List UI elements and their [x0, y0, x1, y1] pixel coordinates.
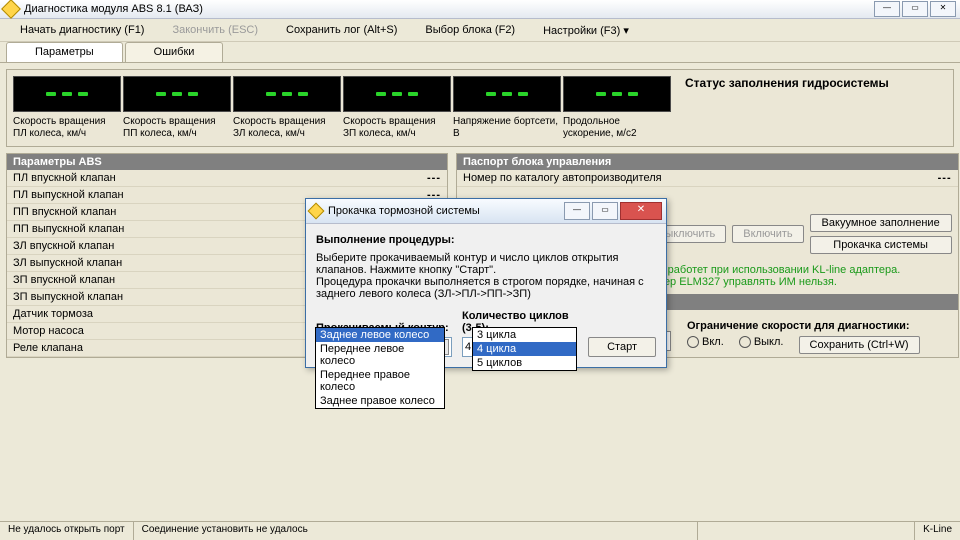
- status-protocol: K-Line: [915, 522, 960, 540]
- tabs: Параметры Ошибки: [0, 42, 960, 63]
- dropdown-option[interactable]: Переднее правое колесо: [316, 368, 444, 394]
- dialog-minimize-button[interactable]: —: [564, 202, 590, 220]
- menu-save-log[interactable]: Сохранить лог (Alt+S): [272, 21, 411, 39]
- dialog-icon: [308, 203, 325, 220]
- dialog-text2: Процедура прокачки выполняется в строгом…: [316, 276, 656, 300]
- param-row: ПЛ впускной клапан---: [7, 170, 447, 187]
- dropdown-option[interactable]: Переднее левое колесо: [316, 342, 444, 368]
- window-titlebar: Диагностика модуля ABS 8.1 (ВАЗ) — ▭ ✕: [0, 0, 960, 19]
- menu-settings[interactable]: Настройки (F3) ▾: [529, 21, 643, 40]
- save-ecu-button[interactable]: Сохранить (Ctrl+W): [799, 336, 920, 354]
- passport-title: Паспорт блока управления: [457, 154, 958, 170]
- gauge-strip: Скорость вращения ПЛ колеса, км/ч Скорос…: [6, 69, 954, 147]
- dropdown-option[interactable]: Заднее правое колесо: [316, 394, 444, 408]
- window-title: Диагностика модуля ABS 8.1 (ВАЗ): [24, 3, 874, 15]
- passport-row: Номер по каталогу автопроизводителя---: [457, 170, 958, 187]
- im-on-button: Включить: [732, 225, 803, 243]
- dialog-text1: Выберите прокачиваемый контур и число ци…: [316, 252, 656, 276]
- status-empty: [698, 522, 915, 540]
- menu-select-block[interactable]: Выбор блока (F2): [411, 21, 529, 39]
- menu-finish: Закончить (ESC): [158, 21, 272, 39]
- menubar: Начать диагностику (F1) Закончить (ESC) …: [0, 19, 960, 42]
- app-icon: [1, 0, 21, 19]
- dialog-title: Прокачка тормозной системы: [328, 205, 564, 217]
- dialog-heading: Выполнение процедуры:: [316, 234, 656, 246]
- dialog-maximize-button[interactable]: ▭: [592, 202, 618, 220]
- hydro-status-label: Статус заполнения гидросистемы: [673, 76, 947, 140]
- gauge-voltage: Напряжение бортсети, В: [453, 76, 559, 140]
- dialog-close-button[interactable]: ✕: [620, 202, 662, 220]
- gauge-rear-left: Скорость вращения ЗЛ колеса, км/ч: [233, 76, 339, 140]
- dropdown-option[interactable]: 5 циклов: [473, 356, 576, 370]
- gauge-rear-right: Скорость вращения ЗП колеса, км/ч: [343, 76, 449, 140]
- tab-parameters[interactable]: Параметры: [6, 42, 123, 62]
- vacuum-fill-button[interactable]: Вакуумное заполнение: [810, 214, 952, 232]
- circuit-dropdown: Заднее левое колесо Переднее левое колес…: [315, 327, 445, 409]
- dropdown-option[interactable]: Заднее левое колесо: [316, 328, 444, 342]
- pump-system-button[interactable]: Прокачка системы: [810, 236, 952, 254]
- limit-on-radio[interactable]: Вкл.: [687, 336, 724, 348]
- tab-errors[interactable]: Ошибки: [125, 42, 224, 62]
- status-port: Не удалось открыть порт: [0, 522, 134, 540]
- dropdown-option[interactable]: 3 цикла: [473, 328, 576, 342]
- restore-button[interactable]: ▭: [902, 1, 928, 17]
- cycles-dropdown: 3 цикла 4 цикла 5 циклов: [472, 327, 577, 371]
- minimize-button[interactable]: —: [874, 1, 900, 17]
- start-button[interactable]: Старт: [588, 337, 656, 357]
- menu-start-diag[interactable]: Начать диагностику (F1): [6, 21, 158, 39]
- close-button[interactable]: ✕: [930, 1, 956, 17]
- status-bar: Не удалось открыть порт Соединение устан…: [0, 521, 960, 540]
- limit-off-radio[interactable]: Выкл.: [739, 336, 784, 348]
- abs-params-title: Параметры ABS: [7, 154, 447, 170]
- gauge-accel: Продольное ускорение, м/с2: [563, 76, 669, 140]
- gauge-front-left: Скорость вращения ПЛ колеса, км/ч: [13, 76, 119, 140]
- dialog-titlebar[interactable]: Прокачка тормозной системы — ▭ ✕: [306, 199, 666, 224]
- status-connection: Соединение установить не удалось: [134, 522, 698, 540]
- speed-limit-label: Ограничение скорости для диагностики:: [687, 320, 952, 332]
- dropdown-option[interactable]: 4 цикла: [473, 342, 576, 356]
- gauge-front-right: Скорость вращения ПП колеса, км/ч: [123, 76, 229, 140]
